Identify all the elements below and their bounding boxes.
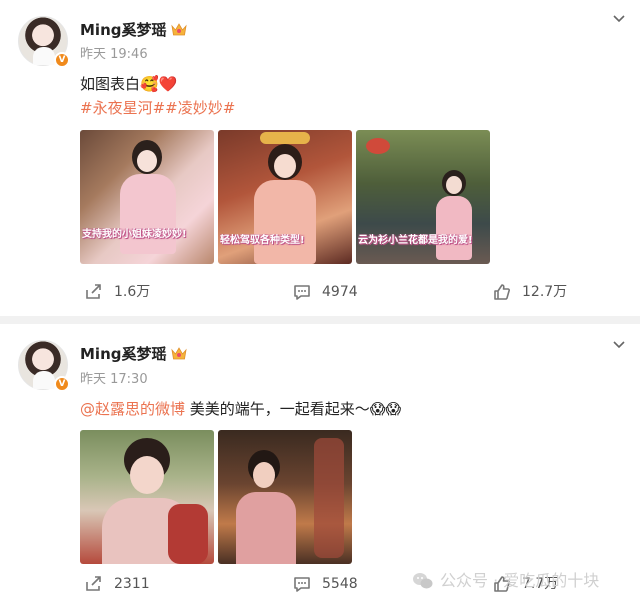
repost-button[interactable]: 1.6万 xyxy=(84,282,150,302)
crown-icon xyxy=(170,23,187,36)
verified-badge: V xyxy=(54,52,70,68)
post-text-body: 美美的端午，一起看起来～😱😱 xyxy=(185,400,402,418)
post-image[interactable] xyxy=(80,430,214,564)
post-time: 昨天 17:30 xyxy=(80,372,148,387)
username[interactable]: Ming奚梦瑶 xyxy=(80,20,187,40)
watermark-text: 公众号 · 爱吃瓜的十块 xyxy=(440,571,600,590)
chevron-down-icon[interactable] xyxy=(612,340,626,350)
username-text: Ming奚梦瑶 xyxy=(80,21,167,39)
weibo-post: V Ming奚梦瑶 昨天 17:30 @赵露思的微博 美美的端午，一起看起来～😱… xyxy=(0,324,640,607)
username-text: Ming奚梦瑶 xyxy=(80,345,167,363)
repost-count: 2311 xyxy=(114,576,150,592)
post-divider xyxy=(0,316,640,324)
weibo-post: V Ming奚梦瑶 昨天 19:46 如图表白🥰❤️ #永夜星河##凌妙妙# 支… xyxy=(0,0,640,316)
like-count: 12.7万 xyxy=(522,284,568,300)
post-image[interactable]: 支持我的小姐妹凌妙妙! xyxy=(80,130,214,264)
comment-icon xyxy=(294,577,310,592)
comment-button[interactable]: 4974 xyxy=(292,282,358,302)
image-caption: 云为衫小兰花都是我的爱! xyxy=(358,235,473,246)
post-time: 昨天 19:46 xyxy=(80,47,148,62)
post-image[interactable]: 轻松驾驭各种类型! xyxy=(218,130,352,264)
comment-count: 4974 xyxy=(322,284,358,300)
repost-button[interactable]: 2311 xyxy=(84,574,150,594)
action-bar: 1.6万 4974 12.7万 xyxy=(0,282,640,306)
username[interactable]: Ming奚梦瑶 xyxy=(80,344,187,364)
wechat-icon xyxy=(413,573,433,589)
comment-icon xyxy=(294,285,310,300)
post-image[interactable] xyxy=(218,430,352,564)
post-hashtags[interactable]: #永夜星河##凌妙妙# xyxy=(80,98,235,118)
chevron-down-icon[interactable] xyxy=(612,14,626,24)
mention-link[interactable]: @赵露思的微博 xyxy=(80,400,185,418)
image-caption: 支持我的小姐妹凌妙妙! xyxy=(82,229,187,240)
like-icon xyxy=(494,284,510,300)
verified-badge: V xyxy=(54,376,70,392)
watermark: 公众号 · 爱吃瓜的十块 xyxy=(412,571,599,591)
crown-icon xyxy=(170,347,187,360)
like-button[interactable]: 12.7万 xyxy=(492,282,567,302)
post-text: 如图表白🥰❤️ xyxy=(80,75,178,93)
repost-icon xyxy=(86,576,101,591)
image-caption: 轻松驾驭各种类型! xyxy=(220,235,305,246)
post-image[interactable]: 云为衫小兰花都是我的爱! xyxy=(356,130,490,264)
comment-button[interactable]: 5548 xyxy=(292,574,358,594)
comment-count: 5548 xyxy=(322,576,358,592)
post-text: @赵露思的微博 美美的端午，一起看起来～😱😱 xyxy=(80,399,401,419)
repost-count: 1.6万 xyxy=(114,284,151,300)
repost-icon xyxy=(86,284,101,299)
